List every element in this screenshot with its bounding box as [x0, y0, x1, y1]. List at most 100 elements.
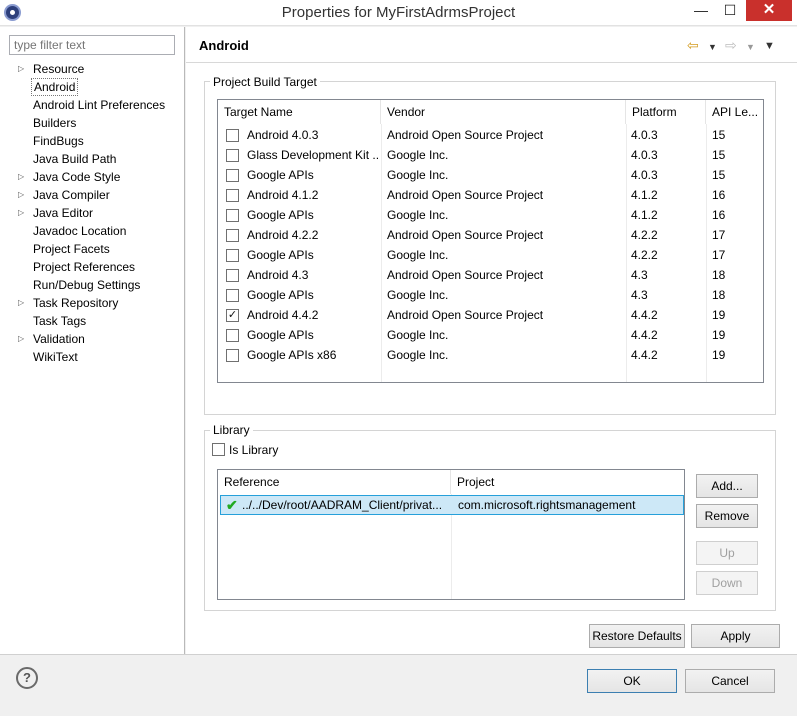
- nav-item[interactable]: ▷ Java Compiler: [0, 186, 184, 204]
- target-checkbox[interactable]: [226, 289, 239, 302]
- build-target-row[interactable]: ✓ Android 4.4.2 Android Open Source Projec…: [218, 305, 763, 325]
- column-header-vendor[interactable]: Vendor: [381, 100, 626, 124]
- help-icon[interactable]: ?: [16, 667, 38, 689]
- forward-dropdown-icon[interactable]: ▼: [746, 42, 755, 52]
- is-library-checkbox[interactable]: [212, 443, 225, 456]
- forward-arrow-icon[interactable]: ⇨: [725, 37, 737, 54]
- target-checkbox[interactable]: [226, 269, 239, 282]
- target-checkbox[interactable]: [226, 329, 239, 342]
- nav-item-label: Android Lint Preferences: [33, 98, 166, 112]
- target-name: Android 4.1.2: [247, 188, 319, 202]
- nav-item[interactable]: ▷ Validation: [0, 330, 184, 348]
- target-checkbox[interactable]: [226, 169, 239, 182]
- target-checkbox[interactable]: ✓: [226, 309, 239, 322]
- back-dropdown-icon[interactable]: ▼: [708, 42, 717, 52]
- target-name: Google APIs: [247, 208, 314, 222]
- target-checkbox[interactable]: [226, 209, 239, 222]
- nav-item-label: Java Code Style: [33, 170, 121, 184]
- expand-arrow-icon[interactable]: ▷: [18, 168, 24, 186]
- back-arrow-icon[interactable]: ⇦: [687, 37, 699, 54]
- move-down-button[interactable]: Down: [696, 571, 758, 595]
- target-vendor: Android Open Source Project: [387, 128, 544, 142]
- expand-arrow-icon[interactable]: ▷: [18, 294, 24, 312]
- target-vendor: Android Open Source Project: [387, 228, 544, 242]
- nav-item[interactable]: FindBugs: [0, 132, 184, 150]
- library-row[interactable]: ✔ ../../Dev/root/AADRAM_Client/privat...…: [220, 495, 684, 515]
- target-platform: 4.4.2: [631, 308, 658, 322]
- target-vendor: Android Open Source Project: [387, 308, 544, 322]
- target-name: Android 4.4.2: [247, 308, 319, 322]
- target-checkbox[interactable]: [226, 189, 239, 202]
- target-checkbox[interactable]: [226, 149, 239, 162]
- nav-item-label: Java Build Path: [33, 152, 117, 166]
- build-target-row[interactable]: Android 4.3 Android Open Source Project 4.…: [218, 265, 763, 285]
- build-target-row[interactable]: Android 4.2.2 Android Open Source Project…: [218, 225, 763, 245]
- library-reference: ../../Dev/root/AADRAM_Client/privat...: [242, 498, 443, 512]
- target-api: 19: [712, 328, 726, 342]
- nav-item[interactable]: ▷ Java Code Style: [0, 168, 184, 186]
- nav-item[interactable]: ▷ Java Editor: [0, 204, 184, 222]
- target-platform: 4.4.2: [631, 328, 658, 342]
- remove-library-button[interactable]: Remove: [696, 504, 758, 528]
- nav-item[interactable]: Run/Debug Settings: [0, 276, 184, 294]
- build-target-row[interactable]: Google APIs Google Inc. 4.1.2 16: [218, 205, 763, 225]
- apply-button[interactable]: Apply: [691, 624, 780, 648]
- build-target-row[interactable]: Google APIs Google Inc. 4.0.3 15: [218, 165, 763, 185]
- target-name: Android 4.3: [247, 268, 309, 282]
- column-header-api-level[interactable]: API Le...: [706, 100, 763, 124]
- build-target-row[interactable]: Android 4.0.3 Android Open Source Project…: [218, 125, 763, 145]
- column-header-reference[interactable]: Reference: [218, 470, 451, 494]
- target-checkbox[interactable]: [226, 229, 239, 242]
- nav-item[interactable]: Android: [0, 78, 184, 96]
- nav-item[interactable]: Project References: [0, 258, 184, 276]
- nav-item-label: Task Repository: [33, 296, 119, 310]
- nav-item[interactable]: Java Build Path: [0, 150, 184, 168]
- target-name: Google APIs: [247, 288, 314, 302]
- nav-item[interactable]: Android Lint Preferences: [0, 96, 184, 114]
- view-menu-icon[interactable]: ▼: [764, 40, 775, 52]
- filter-input[interactable]: [9, 35, 175, 55]
- build-target-row[interactable]: Google APIs Google Inc. 4.4.2 19: [218, 325, 763, 345]
- nav-item[interactable]: WikiText: [0, 348, 184, 366]
- nav-item-label: Project References: [33, 260, 136, 274]
- expand-arrow-icon[interactable]: ▷: [18, 186, 24, 204]
- column-header-platform[interactable]: Platform: [626, 100, 706, 124]
- nav-item[interactable]: Project Facets: [0, 240, 184, 258]
- build-target-label: Project Build Target: [210, 75, 320, 89]
- column-header-target-name[interactable]: Target Name: [218, 100, 381, 124]
- build-target-row[interactable]: Android 4.1.2 Android Open Source Project…: [218, 185, 763, 205]
- expand-arrow-icon[interactable]: ▷: [18, 60, 24, 78]
- expand-arrow-icon[interactable]: ▷: [18, 330, 24, 348]
- target-platform: 4.2.2: [631, 228, 658, 242]
- nav-item-label: Project Facets: [33, 242, 110, 256]
- target-api: 15: [712, 148, 726, 162]
- target-vendor: Google Inc.: [387, 288, 449, 302]
- target-name: Google APIs x86: [247, 348, 337, 362]
- build-target-row[interactable]: Google APIs Google Inc. 4.3 18: [218, 285, 763, 305]
- restore-defaults-button[interactable]: Restore Defaults: [589, 624, 685, 648]
- nav-item[interactable]: Task Tags: [0, 312, 184, 330]
- build-target-row[interactable]: Glass Development Kit ... Google Inc. 4.0.…: [218, 145, 763, 165]
- build-target-row[interactable]: Google APIs x86 Google Inc. 4.4.2 19: [218, 345, 763, 365]
- cancel-button[interactable]: Cancel: [685, 669, 775, 693]
- target-checkbox[interactable]: [226, 349, 239, 362]
- nav-item[interactable]: ▷ Resource: [0, 60, 184, 78]
- move-up-button[interactable]: Up: [696, 541, 758, 565]
- build-target-row[interactable]: Google APIs Google Inc. 4.2.2 17: [218, 245, 763, 265]
- library-table: Reference Project ✔ ../../Dev/root/AADRA…: [217, 469, 685, 600]
- target-checkbox[interactable]: [226, 249, 239, 262]
- close-button[interactable]: ✕: [746, 0, 792, 21]
- expand-arrow-icon[interactable]: ▷: [18, 204, 24, 222]
- nav-item-label: Java Editor: [33, 206, 94, 220]
- nav-item[interactable]: Javadoc Location: [0, 222, 184, 240]
- ok-button[interactable]: OK: [587, 669, 677, 693]
- nav-item-label: WikiText: [33, 350, 78, 364]
- add-library-button[interactable]: Add...: [696, 474, 758, 498]
- minimize-button[interactable]: —: [686, 0, 716, 21]
- nav-item[interactable]: Builders: [0, 114, 184, 132]
- column-header-project[interactable]: Project: [451, 470, 684, 494]
- target-checkbox[interactable]: [226, 129, 239, 142]
- maximize-button[interactable]: ☐: [716, 0, 744, 21]
- target-api: 16: [712, 188, 726, 202]
- nav-item[interactable]: ▷ Task Repository: [0, 294, 184, 312]
